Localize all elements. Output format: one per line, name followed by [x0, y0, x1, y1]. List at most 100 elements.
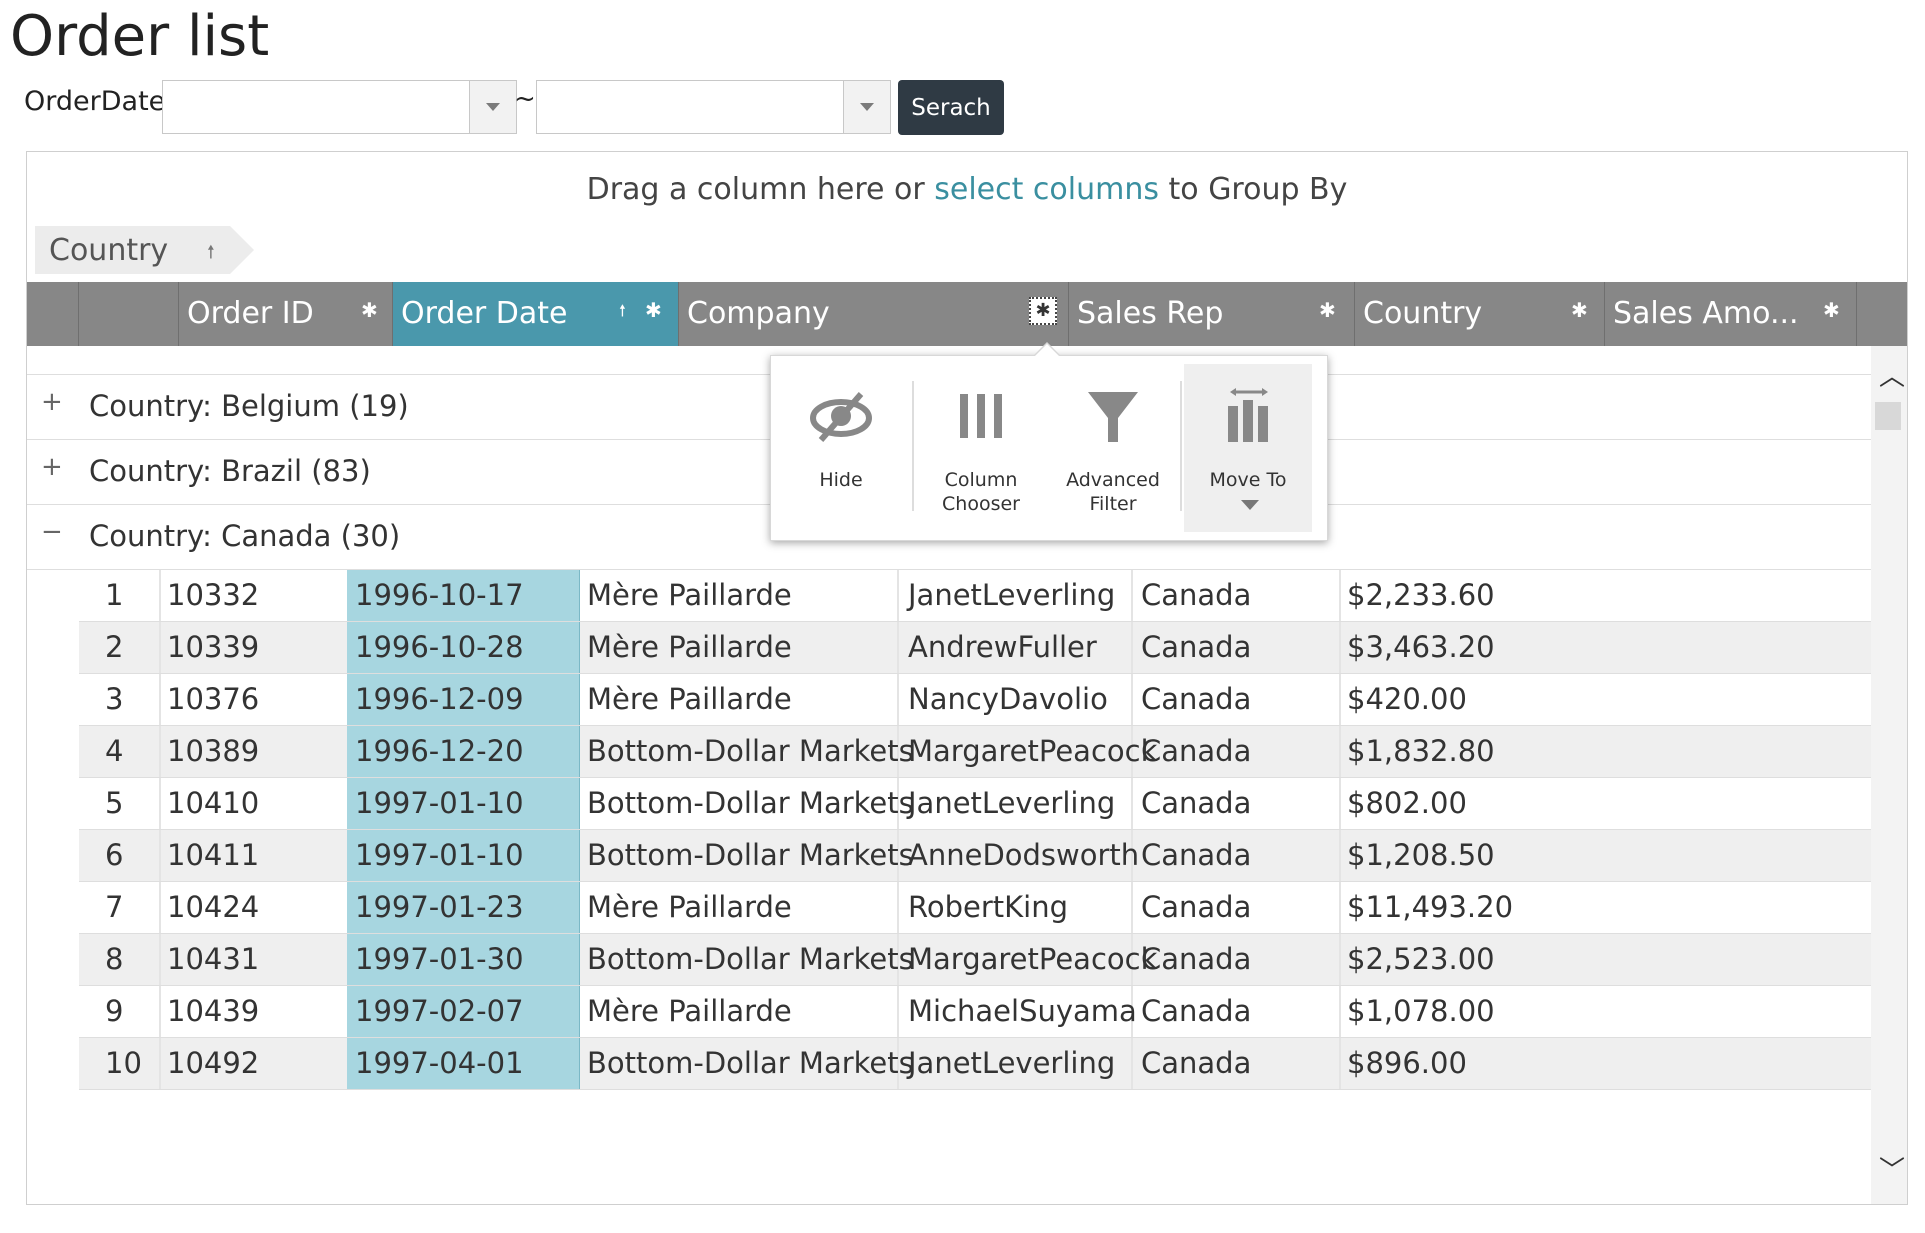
cell-sales-amount[interactable]: $420.00 [1347, 674, 1547, 725]
cell-sales-rep[interactable]: MargaretPeacock [908, 726, 1157, 777]
group-panel[interactable]: Drag a column here or select columns to … [27, 152, 1907, 282]
header-country[interactable]: Country ✱ [1355, 282, 1605, 346]
cell-company[interactable]: Mère Paillarde [587, 622, 897, 673]
table-row[interactable]: 8 10431 1997-01-30 Bottom-Dollar Markets Mar… [79, 934, 1871, 986]
cell-order-id[interactable]: 10492 [167, 1038, 337, 1089]
table-row[interactable]: 6 10411 1997-01-10 Bottom-Dollar Markets Ann… [79, 830, 1871, 882]
chevron-up-icon[interactable]: ︿ [1879, 356, 1905, 393]
table-row[interactable]: 3 10376 1996-12-09 Mère Paillarde NancyDavol… [79, 674, 1871, 726]
header-order-id[interactable]: Order ID ✱ [179, 282, 393, 346]
cell-sales-rep[interactable]: MargaretPeacock [908, 934, 1157, 985]
order-date-from-input[interactable] [163, 81, 467, 133]
cell-country[interactable]: Canada [1141, 778, 1341, 829]
expand-icon[interactable]: + [41, 452, 63, 482]
header-sales-amount[interactable]: Sales Amo... ✱ [1605, 282, 1857, 346]
hide-column-button[interactable]: Hide [771, 356, 911, 540]
cell-sales-rep[interactable]: MichaelSuyama [908, 986, 1137, 1037]
cell-sales-amount[interactable]: $2,233.60 [1347, 570, 1547, 621]
cell-company[interactable]: Bottom-Dollar Markets [587, 830, 914, 881]
cell-order-date[interactable]: 1997-01-30 [347, 934, 580, 985]
cell-country[interactable]: Canada [1141, 934, 1341, 985]
cell-order-id[interactable]: 10439 [167, 986, 337, 1037]
cell-company[interactable]: Bottom-Dollar Markets [587, 726, 914, 777]
cell-sales-amount[interactable]: $11,493.20 [1347, 882, 1547, 933]
cell-company[interactable]: Mère Paillarde [587, 882, 897, 933]
gear-icon[interactable]: ✱ [645, 298, 662, 322]
cell-sales-rep[interactable]: JanetLeverling [908, 778, 1128, 829]
expand-icon[interactable]: + [41, 387, 63, 417]
cell-sales-rep[interactable]: AnneDodsworth [908, 830, 1139, 881]
cell-order-id[interactable]: 10339 [167, 622, 337, 673]
cell-sales-rep[interactable]: JanetLeverling [908, 1038, 1128, 1089]
cell-order-id[interactable]: 10376 [167, 674, 337, 725]
order-date-to-dropdown-button[interactable] [843, 81, 890, 133]
cell-sales-amount[interactable]: $802.00 [1347, 778, 1547, 829]
cell-sales-amount[interactable]: $3,463.20 [1347, 622, 1547, 673]
cell-order-id[interactable]: 10389 [167, 726, 337, 777]
cell-sales-amount[interactable]: $2,523.00 [1347, 934, 1547, 985]
move-to-button[interactable]: Move To [1184, 364, 1312, 532]
cell-country[interactable]: Canada [1141, 570, 1341, 621]
cell-order-id[interactable]: 10410 [167, 778, 337, 829]
header-order-date[interactable]: Order Date 🠕 ✱ [393, 282, 679, 346]
cell-order-id[interactable]: 10411 [167, 830, 337, 881]
table-row[interactable]: 7 10424 1997-01-23 Mère Paillarde RobertKing… [79, 882, 1871, 934]
column-chooser-button[interactable]: Column Chooser [914, 356, 1048, 540]
order-date-to-combo[interactable] [536, 80, 891, 134]
group-chip-country[interactable]: Country 🠕 [35, 226, 254, 274]
collapse-icon[interactable]: − [41, 517, 63, 547]
cell-order-date[interactable]: 1997-01-10 [347, 830, 580, 881]
gear-icon[interactable]: ✱ [361, 298, 378, 322]
cell-country[interactable]: Canada [1141, 830, 1341, 881]
cell-sales-rep[interactable]: RobertKing [908, 882, 1128, 933]
cell-country[interactable]: Canada [1141, 726, 1341, 777]
cell-country[interactable]: Canada [1141, 1038, 1341, 1089]
order-date-from-dropdown-button[interactable] [469, 81, 516, 133]
cell-country[interactable]: Canada [1141, 622, 1341, 673]
cell-company[interactable]: Mère Paillarde [587, 986, 897, 1037]
select-columns-link[interactable]: select columns [934, 172, 1159, 207]
cell-country[interactable]: Canada [1141, 882, 1341, 933]
cell-sales-amount[interactable]: $1,078.00 [1347, 986, 1547, 1037]
gear-icon[interactable]: ✱ [1823, 298, 1840, 322]
search-button[interactable]: Serach [898, 80, 1004, 135]
order-date-to-input[interactable] [537, 81, 841, 133]
cell-order-date[interactable]: 1997-01-23 [347, 882, 580, 933]
cell-company[interactable]: Bottom-Dollar Markets [587, 1038, 914, 1089]
cell-order-date[interactable]: 1997-04-01 [347, 1038, 580, 1089]
cell-order-id[interactable]: 10424 [167, 882, 337, 933]
cell-sales-rep[interactable]: NancyDavolio [908, 674, 1128, 725]
gear-icon[interactable]: ✱ [1029, 297, 1057, 325]
gear-icon[interactable]: ✱ [1319, 298, 1336, 322]
cell-order-id[interactable]: 10332 [167, 570, 337, 621]
cell-order-date[interactable]: 1997-01-10 [347, 778, 580, 829]
table-row[interactable]: 5 10410 1997-01-10 Bottom-Dollar Markets Jan… [79, 778, 1871, 830]
cell-company[interactable]: Bottom-Dollar Markets [587, 934, 914, 985]
advanced-filter-button[interactable]: Advanced Filter [1048, 356, 1178, 540]
cell-order-date[interactable]: 1996-10-28 [347, 622, 580, 673]
table-row[interactable]: 9 10439 1997-02-07 Mère Paillarde MichaelSuy… [79, 986, 1871, 1038]
header-company[interactable]: Company ✱ [679, 282, 1069, 346]
cell-company[interactable]: Mère Paillarde [587, 674, 897, 725]
cell-order-date[interactable]: 1996-12-09 [347, 674, 580, 725]
cell-country[interactable]: Canada [1141, 674, 1341, 725]
cell-order-date[interactable]: 1997-02-07 [347, 986, 580, 1037]
order-date-from-combo[interactable] [162, 80, 517, 134]
cell-sales-amount[interactable]: $1,832.80 [1347, 726, 1547, 777]
scrollbar-thumb[interactable] [1875, 402, 1901, 430]
cell-company[interactable]: Mère Paillarde [587, 570, 897, 621]
vertical-scrollbar[interactable]: ︿ ﹀ [1871, 346, 1907, 1204]
table-row[interactable]: 4 10389 1996-12-20 Bottom-Dollar Markets Mar… [79, 726, 1871, 778]
cell-sales-rep[interactable]: AndrewFuller [908, 622, 1128, 673]
cell-company[interactable]: Bottom-Dollar Markets [587, 778, 914, 829]
cell-sales-rep[interactable]: JanetLeverling [908, 570, 1128, 621]
table-row[interactable]: 1 10332 1996-10-17 Mère Paillarde JanetLever… [79, 570, 1871, 622]
table-row[interactable]: 2 10339 1996-10-28 Mère Paillarde AndrewFull… [79, 622, 1871, 674]
cell-country[interactable]: Canada [1141, 986, 1341, 1037]
table-row[interactable]: 10 10492 1997-04-01 Bottom-Dollar Markets Ja… [79, 1038, 1871, 1090]
cell-sales-amount[interactable]: $896.00 [1347, 1038, 1547, 1089]
cell-order-date[interactable]: 1996-10-17 [347, 570, 580, 621]
gear-icon[interactable]: ✱ [1571, 298, 1588, 322]
cell-order-id[interactable]: 10431 [167, 934, 337, 985]
cell-sales-amount[interactable]: $1,208.50 [1347, 830, 1547, 881]
